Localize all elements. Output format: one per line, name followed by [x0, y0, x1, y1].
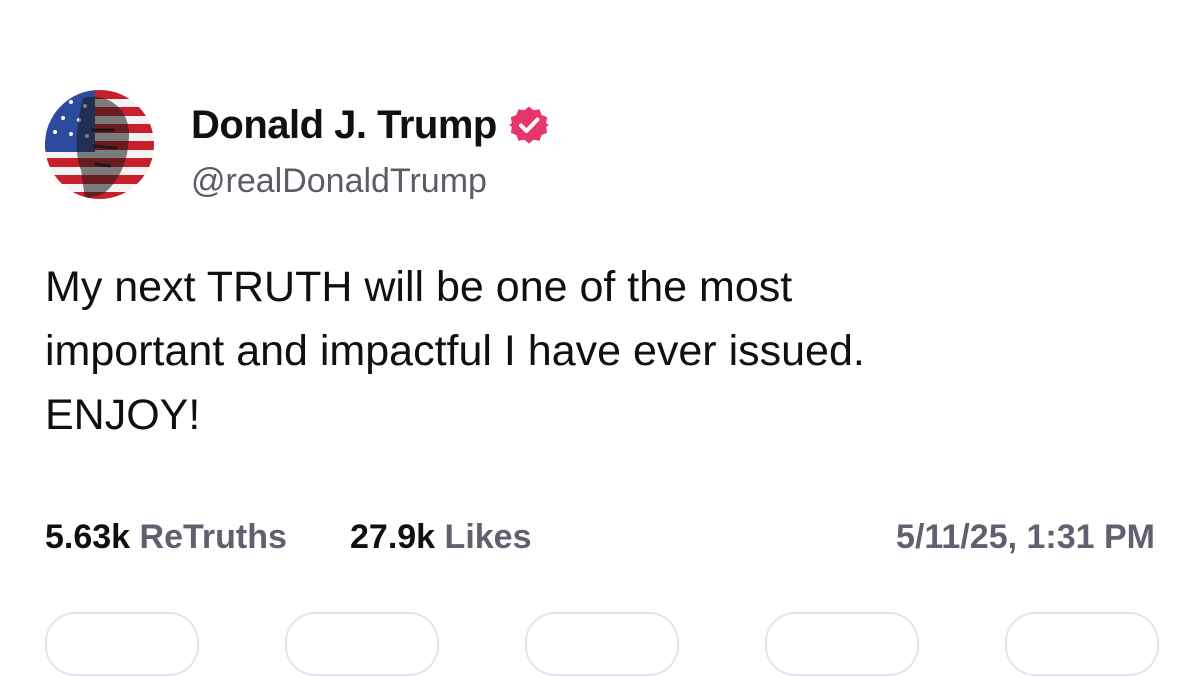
avatar-image	[45, 90, 154, 199]
post-text-line: ENJOY!	[45, 391, 201, 439]
reply-button[interactable]	[45, 612, 199, 676]
author-handle[interactable]: @realDonaldTrump	[191, 160, 487, 202]
retruths-label: ReTruths	[139, 518, 287, 556]
author-name-row[interactable]: Donald J. Trump	[191, 100, 549, 150]
post-text: My next TRUTH will be one of the most im…	[45, 255, 1165, 447]
avatar[interactable]	[45, 90, 154, 199]
likes-label: Likes	[444, 518, 532, 556]
retruths-stat[interactable]: 5.63k ReTruths	[45, 512, 287, 562]
likes-count: 27.9k	[350, 518, 436, 556]
verified-badge-icon	[508, 105, 549, 145]
post-stats: 5.63k ReTruths 27.9k Likes 5/11/25, 1:31…	[45, 512, 1155, 562]
share-button[interactable]	[1005, 612, 1159, 676]
post-text-line: My next TRUTH will be one of the most	[45, 263, 793, 311]
post-card: Donald J. Trump @realDonaldTrump My next…	[0, 0, 1200, 676]
retruths-count: 5.63k	[45, 518, 131, 556]
retruth-button[interactable]	[285, 612, 439, 676]
bookmark-button[interactable]	[765, 612, 919, 676]
author-display-name[interactable]: Donald J. Trump	[191, 100, 497, 150]
likes-stat[interactable]: 27.9k Likes	[350, 512, 532, 562]
post-text-line: important and impactful I have ever issu…	[45, 327, 865, 375]
post-timestamp: 5/11/25, 1:31 PM	[896, 518, 1155, 556]
like-button[interactable]	[525, 612, 679, 676]
